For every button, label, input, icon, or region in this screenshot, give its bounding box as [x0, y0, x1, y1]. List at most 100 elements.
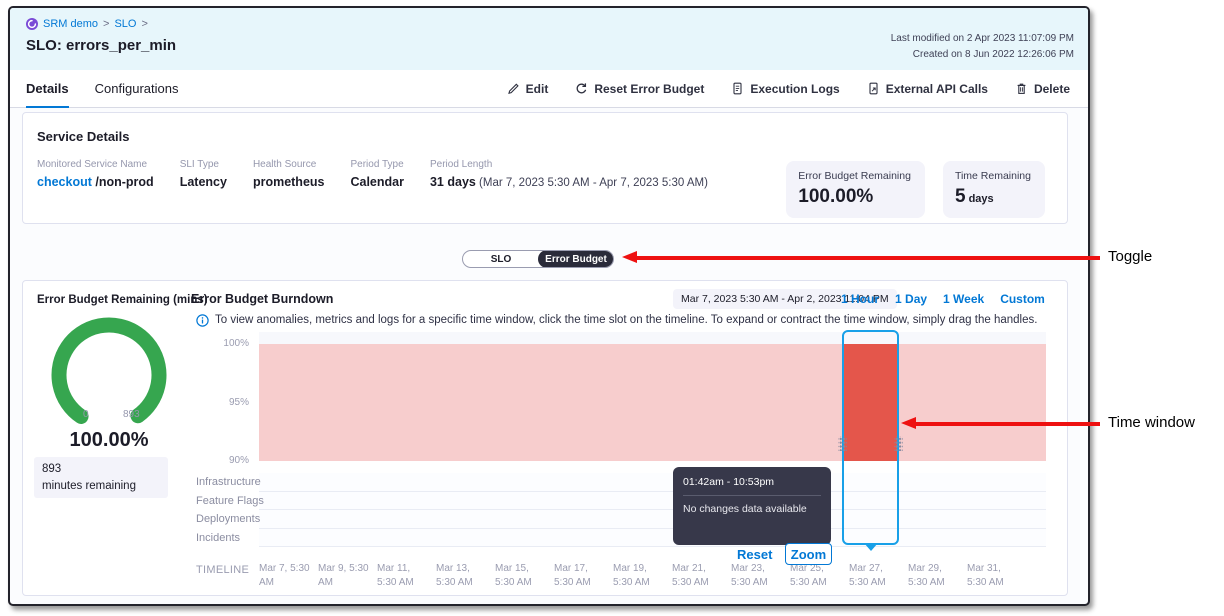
- tab-configurations[interactable]: Configurations: [95, 70, 179, 108]
- gauge-max-label: 893: [123, 409, 140, 420]
- period-length-label: Period Length: [430, 159, 708, 170]
- range-1-week[interactable]: 1 Week: [943, 292, 984, 306]
- service-details-title: Service Details: [37, 129, 1049, 144]
- change-row-deployments-track[interactable]: [259, 510, 1046, 529]
- zoom-button[interactable]: Zoom: [785, 543, 832, 565]
- range-1-day[interactable]: 1 Day: [895, 292, 927, 306]
- range-1-hour[interactable]: 1 Hour: [841, 292, 879, 306]
- breadcrumb-separator: >: [103, 18, 109, 30]
- breadcrumb-separator: >: [141, 18, 147, 30]
- delete-label: Delete: [1034, 82, 1070, 96]
- toggle-option-slo[interactable]: SLO: [463, 251, 539, 267]
- slo-error-budget-toggle[interactable]: SLO Error Budget: [462, 250, 614, 268]
- change-row-labels: Infrastructure Feature Flags Deployments…: [196, 473, 264, 547]
- toolbar: Edit Reset Error Budget Execution Logs: [507, 82, 1070, 96]
- document-icon: [731, 82, 744, 95]
- chart-top-strip: [259, 332, 1046, 344]
- edit-button[interactable]: Edit: [507, 82, 549, 96]
- period-type-label: Period Type: [350, 159, 404, 170]
- drag-handle-right[interactable]: [894, 436, 903, 451]
- timeline-tick: Mar 27, 5:30 AM: [849, 562, 904, 590]
- delete-button[interactable]: Delete: [1015, 82, 1070, 96]
- timeline-tick: Mar 23, 5:30 AM: [731, 562, 786, 590]
- error-budget-card: Error Budget Remaining (mins) 0 893 100.…: [22, 280, 1068, 596]
- tabs-toolbar-bar: Details Configurations Edit Reset Error …: [10, 70, 1088, 108]
- timeline-tick: Mar 15, 5:30 AM: [495, 562, 550, 590]
- execution-logs-button[interactable]: Execution Logs: [731, 82, 839, 96]
- range-custom[interactable]: Custom: [1000, 292, 1045, 306]
- time-window-arrow-line: [914, 422, 1100, 426]
- period-length-value: 31 days: [430, 175, 476, 189]
- row-label-infrastructure: Infrastructure: [196, 473, 264, 492]
- trash-icon: [1015, 82, 1028, 95]
- timeline-tick: Mar 7, 5:30 AM: [259, 562, 314, 590]
- error-budget-band[interactable]: [259, 344, 1046, 461]
- execution-logs-label: Execution Logs: [750, 82, 839, 96]
- time-window-fill: [844, 344, 897, 461]
- page-header: SRM demo > SLO > SLO: errors_per_min Las…: [10, 8, 1088, 70]
- error-budget-gauge: [43, 317, 175, 437]
- annotation-toggle: Toggle: [1108, 248, 1152, 265]
- y-tick-100: 100%: [189, 338, 249, 349]
- time-range-links: 1 Hour 1 Day 1 Week Custom: [841, 292, 1045, 306]
- row-label-deployments: Deployments: [196, 510, 264, 529]
- external-api-calls-button[interactable]: External API Calls: [867, 82, 988, 96]
- error-budget-remaining-value: 100.00%: [798, 186, 911, 208]
- minutes-remaining-box: 893 minutes remaining: [34, 457, 168, 498]
- modification-dates: Last modified on 2 Apr 2023 11:07:09 PM …: [891, 31, 1074, 62]
- tab-details[interactable]: Details: [26, 70, 69, 108]
- external-api-calls-label: External API Calls: [886, 82, 988, 96]
- changes-tooltip: 01:42am - 10:53pm No changes data availa…: [673, 467, 831, 545]
- reset-error-budget-label: Reset Error Budget: [594, 82, 704, 96]
- burndown-title: Error Budget Burndown: [191, 292, 333, 306]
- harness-logo-icon: [26, 18, 38, 30]
- field-period-type: Period Type Calendar: [350, 159, 404, 189]
- error-budget-remaining-stat: Error Budget Remaining 100.00%: [786, 161, 925, 218]
- monitored-service-env: /non-prod: [92, 175, 154, 189]
- change-row-feature-flags-track[interactable]: [259, 492, 1046, 511]
- error-budget-remaining-label: Error Budget Remaining: [798, 170, 911, 182]
- time-remaining-value: 5: [955, 186, 966, 207]
- timeline-tick: Mar 19, 5:30 AM: [613, 562, 668, 590]
- reset-error-budget-button[interactable]: Reset Error Budget: [575, 82, 704, 96]
- info-banner: To view anomalies, metrics and logs for …: [196, 314, 1060, 327]
- document-external-icon: [867, 82, 880, 95]
- breadcrumb-app-link[interactable]: SRM demo: [43, 18, 98, 30]
- sli-type-label: SLI Type: [180, 159, 227, 170]
- field-monitored-service: Monitored Service Name checkout /non-pro…: [37, 159, 154, 189]
- tooltip-message: No changes data available: [683, 503, 821, 515]
- field-period-length: Period Length 31 days (Mar 7, 2023 5:30 …: [430, 159, 708, 189]
- gauge-min-label: 0: [83, 409, 89, 420]
- tooltip-time-range: 01:42am - 10:53pm: [683, 476, 821, 488]
- breadcrumb-slo-link[interactable]: SLO: [114, 18, 136, 30]
- app-window: SRM demo > SLO > SLO: errors_per_min Las…: [8, 6, 1090, 606]
- row-label-incidents: Incidents: [196, 529, 264, 548]
- timeline-tick: Mar 21, 5:30 AM: [672, 562, 727, 590]
- service-details-card: Service Details Monitored Service Name c…: [22, 112, 1068, 224]
- toggle-arrow-line: [635, 256, 1100, 260]
- edit-label: Edit: [526, 82, 549, 96]
- monitored-service-link[interactable]: checkout: [37, 175, 92, 189]
- drag-handle-left[interactable]: [838, 436, 847, 451]
- time-remaining-unit: days: [966, 193, 994, 205]
- field-sli-type: SLI Type Latency: [180, 159, 227, 189]
- timeline-tick: Mar 17, 5:30 AM: [554, 562, 609, 590]
- y-tick-95: 95%: [189, 397, 249, 408]
- change-row-incidents-track[interactable]: [259, 529, 1046, 548]
- timeline-tick: Mar 13, 5:30 AM: [436, 562, 491, 590]
- timeline-ticks: Mar 7, 5:30 AM Mar 9, 5:30 AM Mar 11, 5:…: [259, 562, 1059, 594]
- time-window-selection[interactable]: [842, 330, 899, 545]
- y-tick-90: 90%: [189, 455, 249, 466]
- reset-button[interactable]: Reset: [737, 547, 772, 562]
- info-icon: [196, 314, 209, 327]
- period-type-value: Calendar: [350, 175, 404, 189]
- toggle-option-error-budget[interactable]: Error Budget: [538, 250, 614, 268]
- sli-type-value: Latency: [180, 175, 227, 189]
- timeline-tick: Mar 31, 5:30 AM: [967, 562, 1022, 590]
- period-length-detail: (Mar 7, 2023 5:30 AM - Apr 7, 2023 5:30 …: [476, 177, 708, 189]
- change-row-infrastructure-track[interactable]: [259, 473, 1046, 492]
- timeline-tick: Mar 9, 5:30 AM: [318, 562, 373, 590]
- minutes-remaining-label: minutes remaining: [42, 478, 160, 495]
- change-rows-area: [259, 473, 1046, 547]
- time-remaining-label: Time Remaining: [955, 170, 1031, 182]
